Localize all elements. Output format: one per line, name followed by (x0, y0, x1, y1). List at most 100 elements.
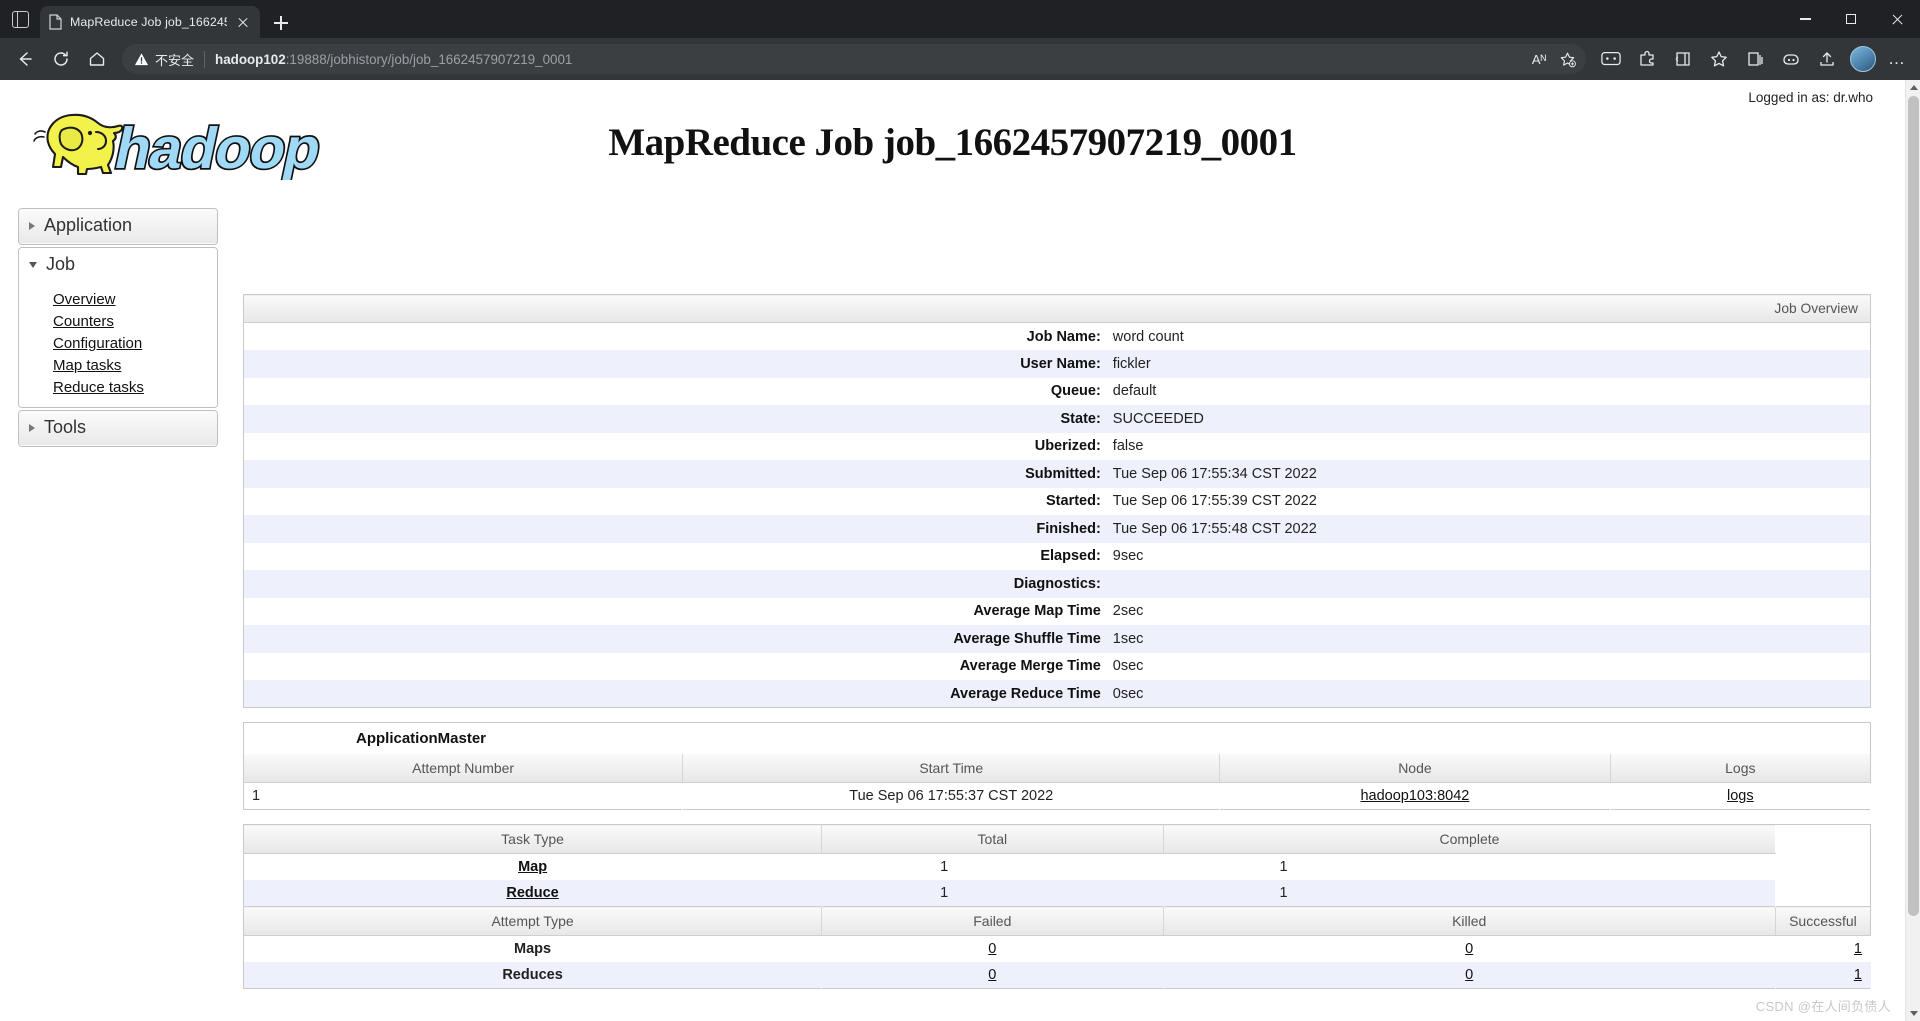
overview-key: Queue: (1050, 383, 1101, 400)
tab-title: MapReduce Job job_1662457907 (70, 15, 227, 29)
table-row: Queue: default (243, 377, 1871, 405)
collections-icon[interactable] (1738, 42, 1772, 76)
sidebar-item-application[interactable]: Application (19, 209, 217, 244)
favorites-icon[interactable] (1702, 42, 1736, 76)
sidebar-link-configuration[interactable]: Configuration (53, 332, 217, 354)
browser-tab[interactable]: MapReduce Job job_1662457907 (40, 6, 260, 38)
am-node-link[interactable]: hadoop103:8042 (1360, 788, 1469, 804)
task-summary-table: Task Type Total Complete Map 1 1 Reduce (243, 824, 1871, 989)
column-header-start-time: Start Time (682, 754, 1221, 783)
back-button[interactable] (8, 42, 42, 76)
table-row: Job Name: word count (243, 322, 1871, 350)
not-secure-warning-icon (134, 52, 149, 67)
scroll-up-button[interactable] (1906, 80, 1920, 95)
overview-key: State: (1060, 410, 1101, 427)
overview-value: Tue Sep 06 17:55:39 CST 2022 (1112, 493, 1317, 510)
tab-actions-button[interactable] (0, 0, 40, 38)
reduces-killed-link[interactable]: 0 (1465, 967, 1473, 983)
task-complete: 1 (1279, 859, 1288, 875)
maximize-button[interactable] (1828, 0, 1874, 38)
column-header-complete: Complete (1163, 824, 1776, 854)
settings-and-more-icon[interactable]: … (1882, 44, 1912, 74)
overview-value: default (1112, 383, 1157, 400)
column-header-attempt-type: Attempt Type (243, 906, 823, 936)
scrollbar-thumb[interactable] (1908, 96, 1919, 916)
job-overview-body: Job Name: word count User Name: fickler Qu… (243, 322, 1871, 708)
am-body: 1 Tue Sep 06 17:55:37 CST 2022 hadoop103… (243, 782, 1871, 810)
reload-button[interactable] (44, 42, 78, 76)
maps-killed-link[interactable]: 0 (1465, 941, 1473, 957)
sidebar-item-tools[interactable]: Tools (19, 411, 217, 446)
sidebar-link-map-tasks[interactable]: Map tasks (53, 354, 217, 376)
table-row: Reduces 0 0 1 (243, 962, 1871, 989)
page-title: MapReduce Job job_1662457907219_0001 (608, 121, 1297, 164)
browser-essentials-icon[interactable] (1594, 42, 1628, 76)
task-type-link-map[interactable]: Map (518, 859, 547, 875)
task-total: 1 (940, 885, 949, 901)
sidebar-group-label: Application (44, 215, 133, 235)
task-type-link-reduce[interactable]: Reduce (506, 885, 558, 901)
reduces-successful-link[interactable]: 1 (1854, 967, 1862, 983)
url-path: :19888/jobhistory/job/job_1662457907219_… (285, 51, 573, 67)
copilot-icon[interactable] (1774, 42, 1808, 76)
attempt-killed: 0 (1163, 962, 1775, 989)
task-type-cell: Reduce (244, 880, 822, 907)
column-header-task-type: Task Type (243, 824, 823, 854)
overview-value: Tue Sep 06 17:55:34 CST 2022 (1112, 465, 1317, 482)
overview-key: User Name: (1020, 355, 1101, 372)
profile-avatar[interactable] (1846, 42, 1880, 76)
overview-key: Job Name: (1026, 328, 1101, 345)
new-tab-button[interactable] (266, 8, 296, 38)
close-tab-icon[interactable] (234, 13, 252, 31)
am-logs-link[interactable]: logs (1727, 788, 1754, 804)
add-favorite-icon[interactable] (1554, 46, 1580, 72)
overview-value: 2sec (1112, 603, 1144, 620)
address-bar[interactable]: 不安全 hadoop102:19888/jobhistory/job/job_1… (122, 44, 1586, 74)
url-text: hadoop102:19888/jobhistory/job/job_16624… (215, 52, 1520, 67)
close-window-button[interactable] (1874, 0, 1920, 38)
column-header-total: Total (821, 824, 1164, 854)
sidebar-item-job[interactable]: Job (19, 248, 217, 283)
url-host: hadoop102 (215, 51, 286, 67)
task-type-cell: Map (244, 854, 822, 881)
column-header-node: Node (1219, 754, 1611, 783)
avatar[interactable] (1850, 46, 1876, 72)
table-row: Finished: Tue Sep 06 17:55:48 CST 2022 (243, 515, 1871, 543)
attempt-killed: 0 (1163, 936, 1775, 963)
minimize-button[interactable] (1782, 0, 1828, 38)
table-row: Reduce 1 1 (243, 880, 1871, 907)
overview-key: Finished: (1036, 520, 1101, 537)
read-aloud-icon[interactable]: Aᴺ (1526, 46, 1552, 72)
chevron-right-icon (29, 221, 35, 230)
table-row: Average Merge Time 0sec (243, 652, 1871, 680)
omnibox-divider (204, 50, 206, 68)
attempt-successful: 1 (1775, 962, 1870, 989)
attempt-type-maps: Maps (514, 941, 552, 957)
attempt-failed: 0 (822, 936, 1163, 963)
job-overview-table: Job Overview Job Name: word count User Na… (243, 294, 1871, 708)
extensions-icon[interactable] (1630, 42, 1664, 76)
table-row: State: SUCCEEDED (243, 405, 1871, 433)
overview-value: 1sec (1112, 630, 1144, 647)
table-row: Average Reduce Time 0sec (243, 680, 1871, 708)
sidebar-group-label: Tools (44, 417, 87, 437)
column-header-failed: Failed (821, 906, 1164, 936)
table-row: Elapsed: 9sec (243, 542, 1871, 570)
home-button[interactable] (80, 42, 114, 76)
overview-value: 0sec (1112, 658, 1144, 675)
page-scrollbar[interactable] (1905, 80, 1920, 1021)
sidebar-link-reduce-tasks[interactable]: Reduce tasks (53, 376, 217, 398)
sidebar-link-counters[interactable]: Counters (53, 310, 217, 332)
sidebar-link-overview[interactable]: Overview (53, 288, 217, 310)
reduces-failed-link[interactable]: 0 (988, 967, 996, 983)
overview-key: Elapsed: (1040, 548, 1101, 565)
share-icon[interactable] (1810, 42, 1844, 76)
overview-key: Started: (1046, 493, 1101, 510)
hadoop-jobhistory-page: Logged in as: dr.who hadoop MapReduce Jo… (0, 80, 1905, 1021)
split-screen-icon[interactable] (1666, 42, 1700, 76)
task-summary-body: Map 1 1 Reduce 1 1 (243, 853, 1871, 907)
maps-successful-link[interactable]: 1 (1854, 941, 1862, 957)
maps-failed-link[interactable]: 0 (988, 941, 996, 957)
window-controls (1782, 0, 1920, 38)
scroll-down-button[interactable] (1906, 1006, 1920, 1021)
